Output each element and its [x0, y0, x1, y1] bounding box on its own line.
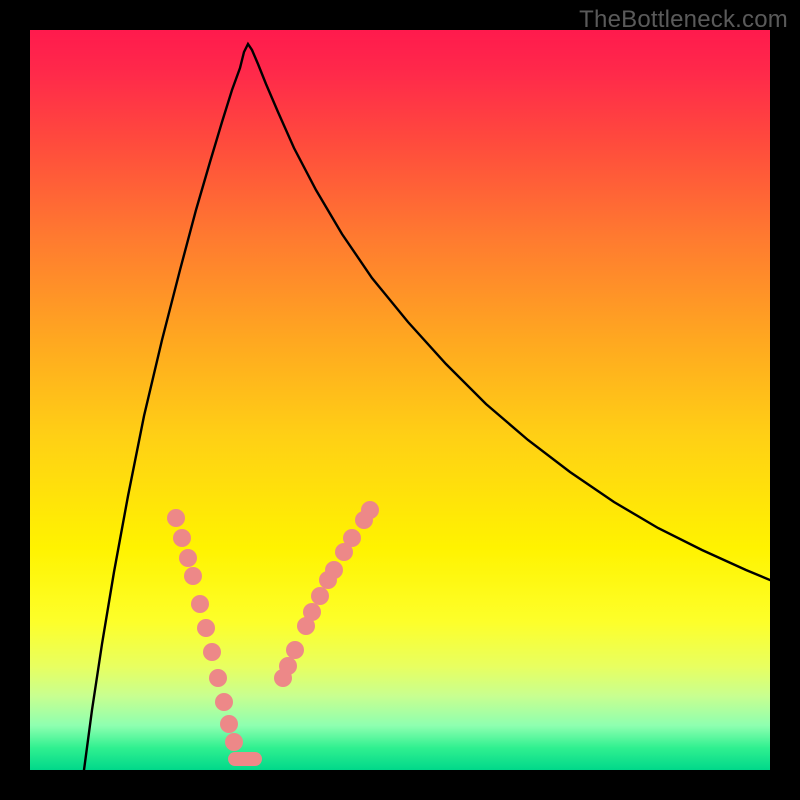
marker-dot	[220, 715, 238, 733]
marker-dot	[325, 561, 343, 579]
marker-dot	[303, 603, 321, 621]
marker-dot	[215, 693, 233, 711]
marker-dot	[361, 501, 379, 519]
marker-dot	[279, 657, 297, 675]
bottom-band	[228, 752, 262, 766]
marker-dot	[286, 641, 304, 659]
marker-dot	[311, 587, 329, 605]
marker-dot	[203, 643, 221, 661]
chart-frame: TheBottleneck.com	[0, 0, 800, 800]
marker-dot	[343, 529, 361, 547]
bottleneck-curve	[84, 44, 770, 770]
marker-dot	[197, 619, 215, 637]
marker-dot	[225, 733, 243, 751]
marker-dot	[167, 509, 185, 527]
curve-svg	[30, 30, 770, 770]
marker-dot	[184, 567, 202, 585]
marker-dot	[191, 595, 209, 613]
marker-dot	[173, 529, 191, 547]
marker-dot	[209, 669, 227, 687]
plot-area	[30, 30, 770, 770]
marker-dot	[179, 549, 197, 567]
